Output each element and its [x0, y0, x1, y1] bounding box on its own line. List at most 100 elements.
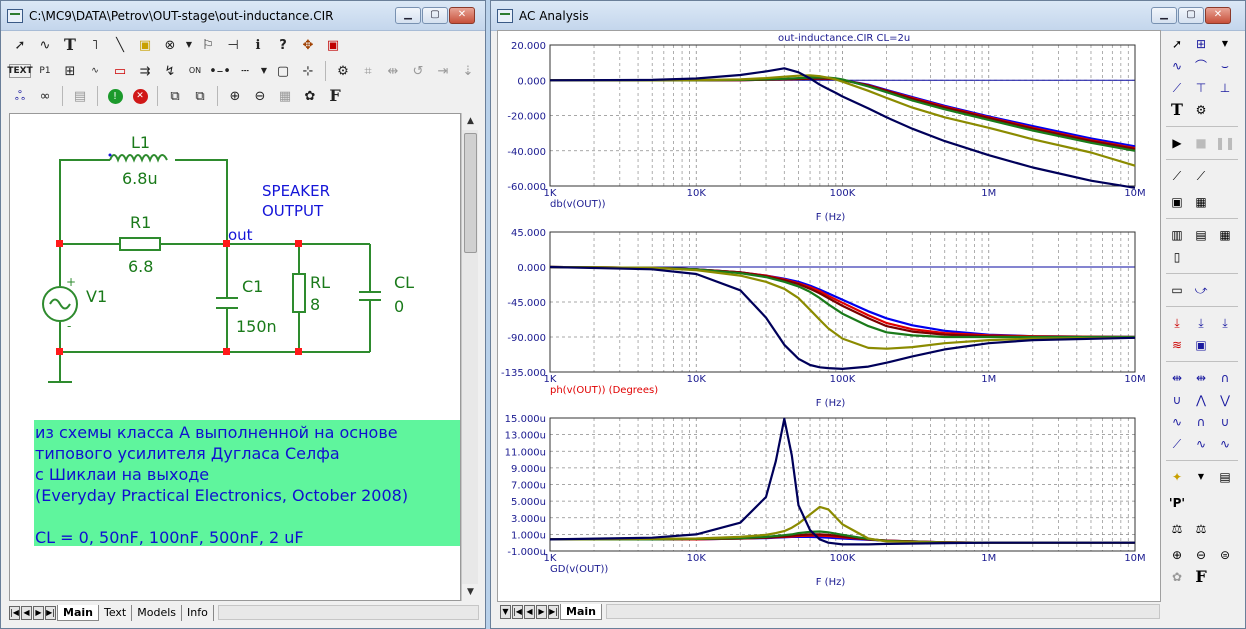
zoom-in-icon[interactable]: ⊕ — [224, 85, 246, 107]
text-tool-icon[interactable]: T — [59, 34, 81, 56]
frame-icon[interactable]: ▣ — [1166, 192, 1188, 212]
table-icon[interactable]: ▦ — [1214, 225, 1236, 245]
tab-info[interactable]: Info — [182, 604, 214, 621]
rotate-icon[interactable]: ⊗ — [159, 34, 181, 56]
tag-y-icon[interactable]: ⚖ — [1190, 519, 1212, 539]
zoom-out-icon[interactable]: ⊖ — [1190, 545, 1212, 565]
maximize-button[interactable]: ▢ — [422, 7, 448, 24]
resistor-r1-symbol[interactable] — [119, 237, 161, 251]
inductor-l1-symbol[interactable] — [109, 154, 168, 163]
dropdown-arrow-icon[interactable]: ▼ — [184, 34, 194, 56]
line-icon[interactable]: ⟋ — [1166, 166, 1188, 186]
curve-low-icon[interactable]: ⋁ — [1214, 390, 1236, 410]
high-icon[interactable]: ⊤ — [1190, 78, 1212, 98]
go-icon[interactable]: ! — [104, 85, 126, 107]
grid-icon[interactable]: ▦ — [1190, 192, 1212, 212]
pins-dot-icon[interactable]: •–• — [209, 60, 231, 82]
grid-text-icon[interactable]: ∿ — [84, 60, 106, 82]
global-low-icon[interactable]: ∪ — [1214, 412, 1236, 432]
ortho-wire-icon[interactable]: ˥ — [84, 34, 106, 56]
stop-icon[interactable]: ■ — [1190, 133, 1212, 153]
curve-peak-icon[interactable]: ∩ — [1214, 368, 1236, 388]
first-page-icon[interactable]: |◀ — [512, 604, 523, 619]
curve-fit-icon[interactable]: ∿ — [1166, 56, 1188, 76]
dropdown-arrow-icon[interactable]: ▼ — [1190, 467, 1212, 487]
ruler-icon[interactable]: ≋ — [1166, 335, 1188, 355]
tab-models[interactable]: Models — [132, 604, 182, 621]
mirror-icon[interactable]: ⇹ — [382, 60, 404, 82]
font-icon[interactable]: F — [324, 85, 346, 107]
info-icon[interactable]: i — [247, 34, 269, 56]
current-arrows-icon[interactable]: ⇉ — [134, 60, 156, 82]
pin-connections-icon[interactable]: ⊞ — [59, 60, 81, 82]
next-page-icon[interactable]: ▶ — [33, 605, 44, 620]
waveform-icon[interactable]: ஃ — [9, 85, 31, 107]
dashed-line-icon[interactable]: ┄ — [234, 60, 256, 82]
properties-icon[interactable]: ⚙ — [332, 60, 354, 82]
tab-text[interactable]: Text — [99, 604, 133, 621]
capacitor-c1-symbol[interactable] — [216, 297, 238, 309]
tab-main[interactable]: Main — [560, 603, 602, 620]
zoom-in-icon[interactable]: ⊕ — [1166, 545, 1188, 565]
line-points-icon[interactable]: ⟋ — [1190, 166, 1212, 186]
paste-icon[interactable]: ⧉ — [189, 85, 211, 107]
next-page-icon[interactable]: ▶ — [536, 604, 547, 619]
run-icon[interactable]: ▶ — [1166, 133, 1188, 153]
power-icon[interactable]: ↯ — [159, 60, 181, 82]
wave-down-icon[interactable]: ∿ — [1214, 434, 1236, 454]
flag-icon[interactable]: ⚐ — [197, 34, 219, 56]
tag-x-icon[interactable]: ⚖ — [1166, 519, 1188, 539]
dropdown-arrow-icon[interactable]: ▼ — [1214, 34, 1236, 54]
zoom-fit-icon[interactable]: ⊜ — [1214, 545, 1236, 565]
rotate-ccw-icon[interactable]: ↺ — [407, 60, 429, 82]
text-mode-icon[interactable]: TEXT — [7, 64, 33, 78]
diagonal-wire-icon[interactable]: ╲ — [109, 34, 131, 56]
cursor-probe-icon[interactable]: ⊹ — [297, 60, 319, 82]
cursor-left-icon[interactable]: ⤓ — [1166, 313, 1188, 333]
stop-icon[interactable]: ✕ — [129, 85, 151, 107]
column-icon[interactable]: ▯ — [1166, 247, 1188, 267]
valley-icon[interactable]: ⌣ — [1214, 56, 1236, 76]
node-numbers-icon[interactable]: P1 — [34, 60, 56, 82]
prev-point-icon[interactable]: ⇹ — [1190, 368, 1212, 388]
window-icon[interactable]: ▭ — [1166, 280, 1188, 300]
horizontal-scrollbar[interactable] — [605, 604, 1160, 619]
properties-icon[interactable]: ⚙ — [1190, 100, 1212, 120]
font-icon[interactable]: F — [1190, 567, 1212, 587]
minor-grid-icon[interactable]: ▥ — [1166, 225, 1188, 245]
analysis-titlebar[interactable]: AC Analysis ▁ ▢ ✕ — [491, 1, 1245, 31]
flip-vertical-icon[interactable]: ⇣ — [457, 60, 479, 82]
select-arrow-icon[interactable]: ➚ — [9, 34, 31, 56]
wire-icon[interactable]: ∿ — [34, 34, 56, 56]
scale-icon[interactable]: ⊞ — [1190, 34, 1212, 54]
pause-icon[interactable]: ❚❚ — [1214, 133, 1236, 153]
text-page-icon[interactable]: ▤ — [69, 85, 91, 107]
slope-icon[interactable]: ⟋ — [1166, 78, 1188, 98]
minimize-button[interactable]: ▁ — [1151, 7, 1177, 24]
find-binoculars-icon[interactable]: ∞ — [34, 85, 56, 107]
onoff-icon[interactable]: ON — [184, 60, 206, 82]
trace-icon[interactable]: ⤻ — [1190, 280, 1212, 300]
horizontal-scrollbar[interactable] — [217, 605, 479, 620]
last-page-icon[interactable]: ▶| — [45, 605, 56, 620]
low-icon[interactable]: ⊥ — [1214, 78, 1236, 98]
global-high-icon[interactable]: ∩ — [1190, 412, 1212, 432]
component-text-icon[interactable]: ▭ — [109, 60, 131, 82]
flip-icon[interactable]: ⇥ — [432, 60, 454, 82]
maximize-button[interactable]: ▢ — [1178, 7, 1204, 24]
probe-icon[interactable]: ▣ — [322, 34, 344, 56]
tab-main[interactable]: Main — [57, 604, 99, 621]
align-icon[interactable]: ⌗ — [357, 60, 379, 82]
prev-page-icon[interactable]: ◀ — [524, 604, 535, 619]
scope-icon[interactable]: ▣ — [1190, 335, 1212, 355]
scroll-down-arrow-icon[interactable]: ▼ — [462, 584, 479, 601]
dropdown-arrow-icon[interactable]: ▼ — [259, 60, 269, 82]
numeric-output-icon[interactable]: ▤ — [1214, 467, 1236, 487]
inflection-icon[interactable]: ∿ — [1166, 412, 1188, 432]
schematic-canvas[interactable]: + - L1 6.8u R1 6.8 C1 150n RL 8 CL 0 V1 … — [9, 113, 461, 601]
help-icon[interactable]: ? — [272, 34, 294, 56]
component-icon[interactable]: ▣ — [134, 34, 156, 56]
copy-icon[interactable]: ⧉ — [164, 85, 186, 107]
close-button[interactable]: ✕ — [449, 7, 475, 24]
attribute-icon[interactable]: ✥ — [297, 34, 319, 56]
